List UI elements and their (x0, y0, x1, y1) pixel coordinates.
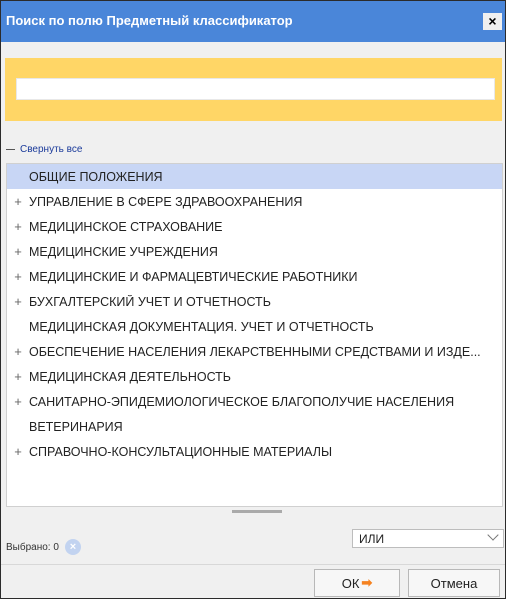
search-dialog: Поиск по полю Предметный классификатор ×… (0, 0, 506, 599)
operator-select[interactable]: ИЛИ (352, 529, 504, 548)
tree-item-label: МЕДИЦИНСКИЕ И ФАРМАЦЕВТИЧЕСКИЕ РАБОТНИКИ (29, 269, 358, 284)
tree-item-label: ВЕТЕРИНАРИЯ (29, 419, 123, 434)
ok-button[interactable]: ОК ➡ (314, 569, 400, 597)
operator-value: ИЛИ (359, 532, 385, 546)
ok-label: ОК (341, 575, 360, 591)
plus-icon[interactable]: + (11, 394, 25, 409)
resize-handle[interactable] (232, 510, 282, 513)
tree-item-label: МЕДИЦИНСКОЕ СТРАХОВАНИЕ (29, 219, 223, 234)
plus-icon[interactable]: + (11, 369, 25, 384)
tree-item-label: БУХГАЛТЕРСКИЙ УЧЕТ И ОТЧЕТНОСТЬ (29, 294, 271, 309)
tree-item-label: САНИТАРНО-ЭПИДЕМИОЛОГИЧЕСКОЕ БЛАГОПОЛУЧИ… (29, 394, 455, 409)
tree-item-label: ОБЕСПЕЧЕНИЕ НАСЕЛЕНИЯ ЛЕКАРСТВЕННЫМИ СРЕ… (29, 344, 481, 359)
tree-item-label: ОБЩИЕ ПОЛОЖЕНИЯ (29, 169, 163, 184)
plus-icon[interactable]: + (11, 269, 25, 284)
search-panel (5, 58, 502, 121)
tree-item-label: МЕДИЦИНСКАЯ ДОКУМЕНТАЦИЯ. УЧЕТ И ОТЧЕТНО… (29, 319, 374, 334)
cancel-button[interactable]: Отмена (408, 569, 500, 597)
tree-item[interactable]: + УПРАВЛЕНИЕ В СФЕРЕ ЗДРАВООХРАНЕНИЯ (7, 189, 502, 214)
tree-item-label: СПРАВОЧНО-КОНСУЛЬТАЦИОННЫЕ МАТЕРИАЛЫ (29, 444, 333, 459)
search-input[interactable] (16, 78, 495, 100)
minus-icon (6, 145, 15, 154)
tree-item[interactable]: + МЕДИЦИНСКАЯ ДЕЯТЕЛЬНОСТЬ (7, 364, 502, 389)
collapse-all-label: Свернуть все (20, 143, 83, 155)
tree-item[interactable]: + МЕДИЦИНСКОЕ СТРАХОВАНИЕ (7, 214, 502, 239)
dialog-title: Поиск по полю Предметный классификатор (6, 13, 293, 28)
plus-icon[interactable]: + (11, 344, 25, 359)
plus-icon[interactable]: + (11, 194, 25, 209)
plus-icon[interactable]: + (11, 444, 25, 459)
close-icon[interactable]: × (483, 13, 502, 30)
selection-status: Выбрано: 0 × (6, 538, 81, 556)
dialog-titlebar: Поиск по полю Предметный классификатор × (1, 1, 505, 42)
tree-list: ОБЩИЕ ПОЛОЖЕНИЯ + УПРАВЛЕНИЕ В СФЕРЕ ЗДРАВ… (7, 164, 502, 464)
tree-item-label: УПРАВЛЕНИЕ В СФЕРЕ ЗДРАВООХРАНЕНИЯ (29, 194, 303, 209)
clear-icon[interactable]: × (64, 539, 81, 555)
plus-icon[interactable]: + (11, 244, 25, 259)
tree-item-label: МЕДИЦИНСКИЕ УЧРЕЖДЕНИЯ (29, 244, 218, 259)
collapse-all-button[interactable]: Свернуть все (6, 141, 82, 157)
tree-item[interactable]: + ОБЕСПЕЧЕНИЕ НАСЕЛЕНИЯ ЛЕКАРСТВЕННЫМИ СР… (7, 339, 502, 364)
selected-count: Выбрано: 0 (6, 541, 59, 553)
chevron-down-icon (487, 529, 499, 541)
plus-icon[interactable]: + (11, 294, 25, 309)
classifier-tree: ОБЩИЕ ПОЛОЖЕНИЯ + УПРАВЛЕНИЕ В СФЕРЕ ЗДРАВ… (6, 163, 503, 507)
tree-item[interactable]: + БУХГАЛТЕРСКИЙ УЧЕТ И ОТЧЕТНОСТЬ (7, 289, 502, 314)
tree-item-label: МЕДИЦИНСКАЯ ДЕЯТЕЛЬНОСТЬ (29, 369, 232, 384)
arrow-right-icon: ➡ (361, 575, 373, 590)
tree-item[interactable]: ВЕТЕРИНАРИЯ (7, 414, 502, 439)
tree-item[interactable]: + СПРАВОЧНО-КОНСУЛЬТАЦИОННЫЕ МАТЕРИАЛЫ (7, 439, 502, 464)
tree-item[interactable]: + САНИТАРНО-ЭПИДЕМИОЛОГИЧЕСКОЕ БЛАГОПОЛУЧ… (7, 389, 502, 414)
dialog-footer: ОК ➡ Отмена (1, 564, 505, 598)
tree-item[interactable]: ОБЩИЕ ПОЛОЖЕНИЯ (7, 164, 502, 189)
plus-icon[interactable]: + (11, 219, 25, 234)
tree-item[interactable]: МЕДИЦИНСКАЯ ДОКУМЕНТАЦИЯ. УЧЕТ И ОТЧЕТНО… (7, 314, 502, 339)
tree-item[interactable]: + МЕДИЦИНСКИЕ УЧРЕЖДЕНИЯ (7, 239, 502, 264)
tree-item[interactable]: + МЕДИЦИНСКИЕ И ФАРМАЦЕВТИЧЕСКИЕ РАБОТНИК… (7, 264, 502, 289)
